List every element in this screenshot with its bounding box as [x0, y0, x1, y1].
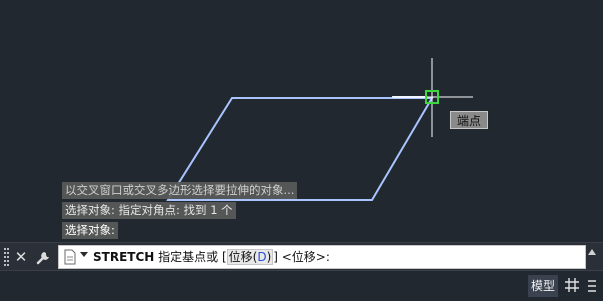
history-line: 选择对象: — [62, 222, 118, 239]
option-displacement[interactable]: 位移(D) — [226, 249, 274, 265]
prompt-text: 指定基点或 [ — [154, 250, 227, 264]
command-icon — [63, 249, 77, 265]
osnap-tooltip: 端点 — [450, 111, 488, 129]
wrench-icon[interactable] — [35, 248, 53, 266]
history-line: 选择对象: 指定对角点: 找到 1 个 — [62, 202, 236, 219]
command-history: 以交叉窗口或交叉多边形选择要拉伸的对象... 选择对象: 指定对角点: 找到 1… — [62, 182, 298, 242]
model-tab[interactable]: 模型 — [528, 275, 558, 297]
chevron-down-icon[interactable] — [80, 252, 88, 257]
option-close: ) — [266, 250, 272, 264]
history-line: 以交叉窗口或交叉多边形选择要拉伸的对象... — [62, 182, 298, 199]
option-label: 位移( — [228, 250, 258, 264]
close-icon[interactable]: ✕ — [13, 246, 29, 268]
command-prompt: STRETCH 指定基点或 [位移(D)] <位移>: — [93, 246, 330, 268]
menu-icon[interactable] — [587, 278, 597, 292]
command-name: STRETCH — [93, 250, 155, 264]
status-bar: 模型 — [0, 271, 603, 301]
drag-handle[interactable] — [4, 248, 10, 266]
grid-icon[interactable] — [564, 277, 580, 293]
option-key: D — [257, 250, 267, 264]
chevron-up-icon[interactable] — [588, 249, 596, 255]
prompt-tail: ] <位移>: — [273, 250, 330, 264]
command-line-bar: ✕ STRETCH 指定基点或 [位移(D)] <位移>: — [0, 242, 603, 271]
command-input[interactable]: STRETCH 指定基点或 [位移(D)] <位移>: — [58, 245, 586, 269]
